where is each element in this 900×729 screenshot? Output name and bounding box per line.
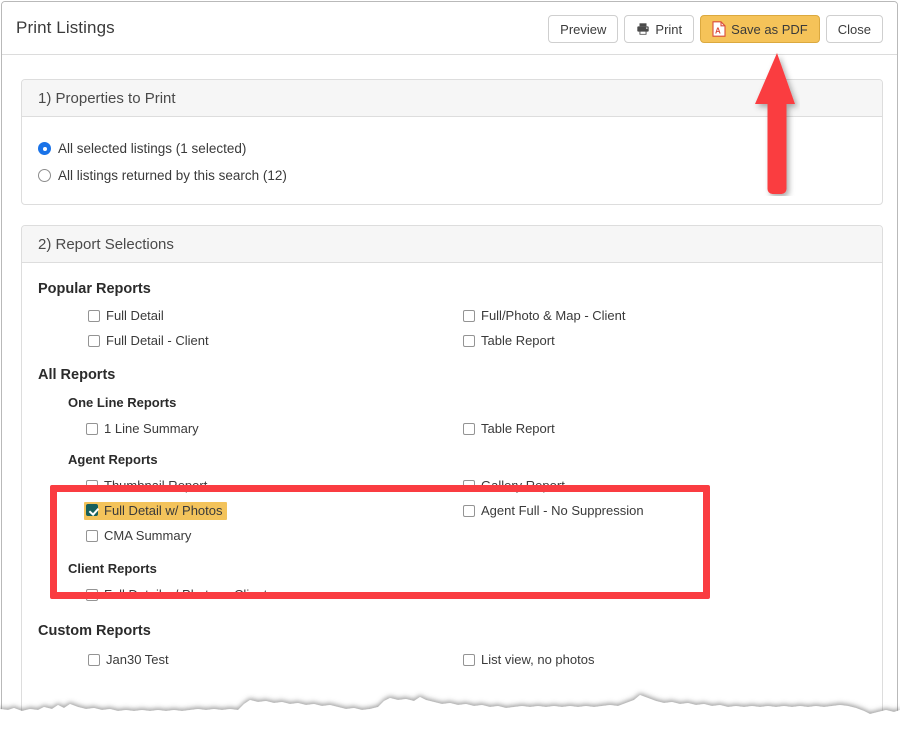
checkbox-full-photo-map-client-label: Full/Photo & Map - Client (481, 308, 626, 323)
checkbox-1-line-summary-label: 1 Line Summary (104, 421, 199, 436)
checkbox-table-report-one-line-label: Table Report (481, 421, 555, 436)
checkbox-table-report-popular[interactable] (463, 334, 475, 347)
toolbar-buttons: Preview Print A Save as PDF Close (548, 15, 883, 43)
checkbox-row-full-detail-w-photos[interactable]: Full Detail w/ Photos (38, 501, 452, 520)
checkbox-full-detail-w-photos-label: Full Detail w/ Photos (104, 502, 223, 518)
checkbox-full-detail-w-photos-client-label: Full Detail w/ Photos - Client (104, 587, 268, 602)
checkbox-row-full-detail-w-photos-client[interactable]: Full Detail w/ Photos - Client (38, 587, 452, 602)
checkbox-row-cma-summary[interactable]: CMA Summary (38, 528, 452, 543)
checkbox-row-thumbnail-report[interactable]: Thumbnail Report (38, 478, 452, 493)
preview-button[interactable]: Preview (548, 15, 619, 43)
radio-all-returned-listings-label: All listings returned by this search (12… (58, 168, 287, 183)
print-listings-dialog: Print Listings Preview Print A Save as P… (1, 1, 898, 728)
report-row: Full Detail w/ Photos Agent Full - No Su… (38, 498, 866, 523)
svg-text:A: A (715, 27, 721, 36)
checkbox-row-1-line-summary[interactable]: 1 Line Summary (38, 421, 452, 436)
checkbox-full-detail[interactable] (88, 309, 100, 322)
printer-icon (636, 22, 650, 36)
checkbox-cma-summary-label: CMA Summary (104, 528, 192, 543)
report-row: Full Detail Full/Photo & Map - Client (38, 303, 866, 328)
close-button[interactable]: Close (825, 15, 883, 43)
preview-button-label: Preview (560, 21, 607, 37)
report-row: CMA Summary (38, 523, 866, 548)
dialog-titlebar: Print Listings Preview Print A Save as P… (2, 2, 897, 55)
checkbox-row-table-report-one-line[interactable]: Table Report (452, 421, 852, 436)
checkbox-row-agent-full-no-suppression[interactable]: Agent Full - No Suppression (452, 503, 852, 518)
checkbox-cma-summary[interactable] (86, 529, 98, 542)
report-selections-panel: 2) Report Selections Popular Reports Ful… (21, 225, 883, 727)
checkbox-thumbnail-report[interactable] (86, 479, 98, 492)
properties-panel-body: All selected listings (1 selected) All l… (22, 117, 882, 189)
radio-selected-listings[interactable] (38, 142, 51, 155)
checkbox-list-view-no-photos-label: List view, no photos (481, 652, 595, 667)
checkbox-full-detail-client-label: Full Detail - Client (106, 333, 209, 348)
checkbox-table-report-popular-label: Table Report (481, 333, 555, 348)
checkbox-jan30-test[interactable] (88, 653, 100, 666)
radio-all-returned-listings[interactable] (38, 169, 51, 182)
popular-reports-rows: Full Detail Full/Photo & Map - Client Fu… (38, 303, 866, 353)
group-title-all-reports: All Reports (38, 367, 116, 383)
report-row: Full Detail - Client Table Report (38, 328, 866, 353)
checkbox-thumbnail-report-label: Thumbnail Report (104, 478, 208, 493)
checkbox-row-full-photo-map-client[interactable]: Full/Photo & Map - Client (452, 308, 852, 323)
radio-option-all-returned[interactable]: All listings returned by this search (12… (38, 162, 866, 189)
radio-selected-listings-label: All selected listings (1 selected) (58, 141, 247, 156)
group-title-custom-reports: Custom Reports (38, 623, 151, 639)
reports-panel-heading: 2) Report Selections (22, 226, 882, 263)
client-reports-rows: Full Detail w/ Photos - Client (38, 582, 866, 607)
checkbox-full-detail-w-photos[interactable] (86, 504, 98, 516)
checkbox-list-view-no-photos[interactable] (463, 653, 475, 666)
group-title-one-line-reports: One Line Reports (68, 395, 177, 410)
checkbox-full-detail-w-photos-client[interactable] (86, 588, 98, 601)
save-as-pdf-label: Save as PDF (731, 21, 808, 37)
report-row: Full Detail w/ Photos - Client (38, 582, 866, 607)
checkbox-full-photo-map-client[interactable] (463, 309, 475, 322)
save-as-pdf-button[interactable]: A Save as PDF (700, 15, 820, 43)
reports-panel-body: Popular Reports Full Detail Full/Photo &… (22, 263, 882, 672)
group-title-popular-reports: Popular Reports (38, 281, 151, 297)
group-title-agent-reports: Agent Reports (68, 452, 158, 467)
group-title-client-reports: Client Reports (68, 561, 157, 576)
checkbox-agent-full-no-suppression-label: Agent Full - No Suppression (481, 503, 644, 518)
agent-reports-rows: Thumbnail Report Gallery Report Full Det… (38, 473, 866, 548)
checkbox-row-full-detail[interactable]: Full Detail (38, 308, 452, 323)
checkbox-row-full-detail-client[interactable]: Full Detail - Client (38, 333, 452, 348)
checkbox-gallery-report[interactable] (463, 479, 475, 492)
checkbox-table-report-one-line[interactable] (463, 422, 475, 435)
report-row: 1 Line Summary Table Report (38, 416, 866, 441)
close-button-label: Close (837, 21, 871, 37)
checkbox-gallery-report-label: Gallery Report (481, 478, 565, 493)
pdf-file-icon: A (712, 21, 726, 37)
properties-to-print-panel: 1) Properties to Print All selected list… (21, 79, 883, 205)
checkbox-jan30-test-label: Jan30 Test (106, 652, 169, 667)
checkbox-full-detail-client[interactable] (88, 334, 100, 347)
print-button[interactable]: Print (624, 15, 695, 43)
one-line-reports-rows: 1 Line Summary Table Report (38, 416, 866, 441)
checkbox-row-jan30-test[interactable]: Jan30 Test (38, 652, 452, 667)
radio-option-all-selected[interactable]: All selected listings (1 selected) (38, 135, 866, 162)
checkbox-row-table-report-popular[interactable]: Table Report (452, 333, 852, 348)
properties-panel-heading: 1) Properties to Print (22, 80, 882, 117)
checkbox-1-line-summary[interactable] (86, 422, 98, 435)
checkbox-row-gallery-report[interactable]: Gallery Report (452, 478, 852, 493)
checkbox-full-detail-label: Full Detail (106, 308, 164, 323)
report-row: Jan30 Test List view, no photos (38, 647, 866, 672)
checkbox-agent-full-no-suppression[interactable] (463, 504, 475, 517)
page-title: Print Listings (16, 18, 115, 37)
custom-reports-rows: Jan30 Test List view, no photos (38, 647, 866, 672)
checkbox-row-list-view-no-photos[interactable]: List view, no photos (452, 652, 852, 667)
dialog-content: 1) Properties to Print All selected list… (2, 55, 897, 727)
print-button-label: Print (655, 21, 683, 37)
report-row: Thumbnail Report Gallery Report (38, 473, 866, 498)
